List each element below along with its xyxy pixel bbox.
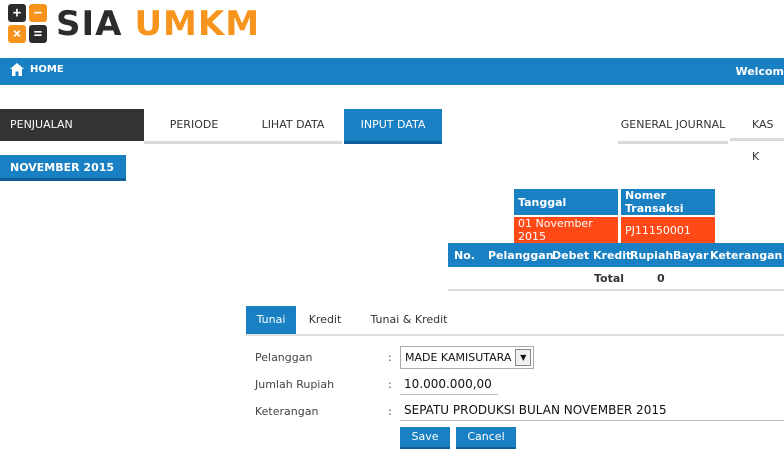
app-logo: + − × = SIA UMKM	[8, 2, 260, 46]
amount-input[interactable]: 10.000.000,00	[400, 373, 498, 395]
note-label: Keterangan	[255, 405, 319, 418]
detail-table-total-row: Total 0	[448, 267, 784, 291]
tab-penjualan[interactable]: PENJUALAN	[0, 109, 144, 141]
chevron-down-icon[interactable]: ▼	[515, 349, 532, 366]
transaction-number: PJ11150001	[619, 215, 718, 243]
tab-general-journal[interactable]: GENERAL JOURNAL	[618, 109, 728, 144]
tab-kredit[interactable]: Kredit	[302, 306, 348, 334]
logo-text-sia: SIA	[56, 4, 123, 44]
customer-select-value: MADE KAMISUTARA	[405, 351, 512, 364]
colon: :	[388, 378, 392, 391]
payment-type-tabs: Tunai Kredit Tunai & Kredit	[246, 306, 784, 336]
total-label: Total	[594, 272, 625, 285]
col-nomer-transaksi: Nomer Transaksi	[619, 189, 718, 216]
save-button[interactable]: Save	[400, 427, 450, 449]
col-pelanggan: Pelanggan	[488, 249, 554, 262]
col-bayar: Bayar	[673, 249, 709, 262]
col-no: No.	[454, 249, 475, 262]
customer-label: Pelanggan	[255, 351, 313, 364]
detail-table-header: No. Pelanggan Debet Kredit Rupiah Bayar …	[448, 243, 784, 267]
col-debet: Debet	[552, 249, 590, 262]
customer-select[interactable]: MADE KAMISUTARA ▼	[400, 346, 535, 369]
tab-tunai-kredit[interactable]: Tunai & Kredit	[368, 306, 450, 334]
note-input[interactable]: SEPATU PRODUKSI BULAN NOVEMBER 2015	[400, 399, 784, 421]
col-keterangan: Keterangan	[710, 249, 783, 262]
tab-tunai[interactable]: Tunai	[246, 306, 296, 334]
home-icon	[10, 63, 24, 76]
total-value: 0	[657, 272, 665, 285]
tab-kas[interactable]: KAS K	[730, 109, 784, 163]
col-kredit: Kredit	[593, 249, 632, 262]
period-month-button[interactable]: NOVEMBER 2015	[0, 155, 126, 181]
main-tabs: PENJUALAN PERIODE LIHAT DATA INPUT DATA …	[0, 109, 784, 163]
col-tanggal: Tanggal	[514, 189, 621, 216]
colon: :	[388, 405, 392, 418]
tab-lihat-data[interactable]: LIHAT DATA	[244, 109, 342, 144]
transaction-date: 01 November 2015	[514, 215, 621, 243]
col-rupiah: Rupiah	[630, 249, 674, 262]
transaction-header-table: Tanggal Nomer Transaksi 01 November 2015…	[514, 189, 718, 243]
top-navbar: HOME Welcom	[0, 58, 784, 85]
home-label: HOME	[30, 64, 64, 75]
tab-input-data[interactable]: INPUT DATA	[344, 109, 442, 144]
welcome-text: Welcom	[735, 65, 784, 78]
home-link[interactable]: HOME	[10, 63, 64, 76]
tab-periode[interactable]: PERIODE	[144, 109, 244, 144]
calculator-icon: + − × =	[8, 4, 48, 44]
logo-text-umkm: UMKM	[134, 4, 261, 44]
cancel-button[interactable]: Cancel	[456, 427, 516, 449]
colon: :	[388, 351, 392, 364]
amount-label: Jumlah Rupiah	[255, 378, 335, 391]
transaction-detail-table: No. Pelanggan Debet Kredit Rupiah Bayar …	[448, 243, 784, 291]
